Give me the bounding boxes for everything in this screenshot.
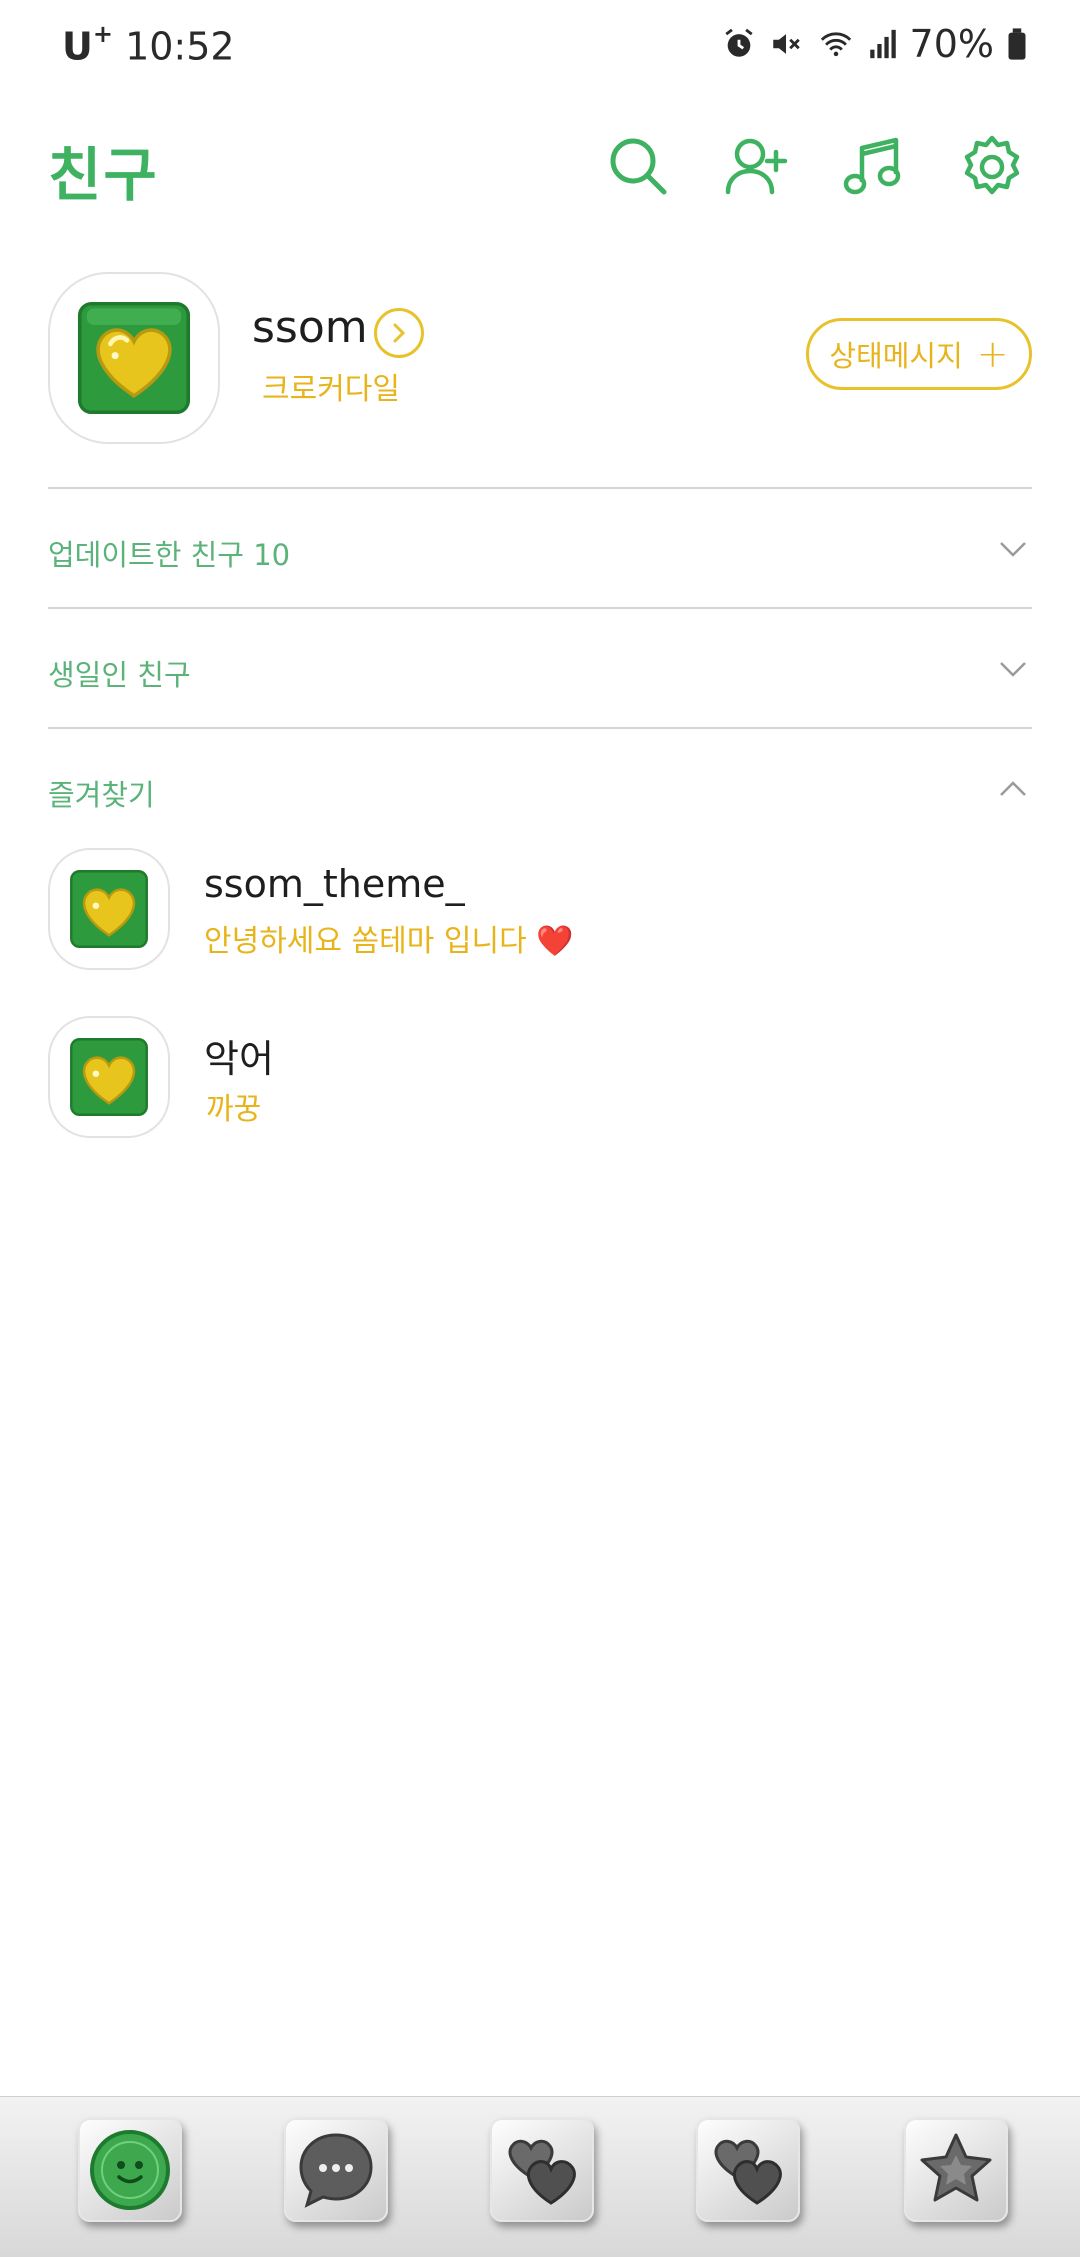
- tab-friends[interactable]: [78, 2118, 182, 2222]
- tab-chats[interactable]: [284, 2118, 388, 2222]
- my-profile-avatar[interactable]: [48, 272, 220, 444]
- friend-name: 악어: [204, 1037, 274, 1081]
- smile-button-icon: [90, 2130, 170, 2210]
- signal-icon: [869, 29, 896, 59]
- friend-status-message: 까꿍: [206, 1092, 262, 1127]
- list-item[interactable]: ssom_theme_ 안녕하세요 쏨테마 입니다 ❤️: [0, 840, 1080, 980]
- heart-tile-icon: [70, 1038, 148, 1116]
- heart-tile-icon: [70, 870, 148, 948]
- divider: [48, 607, 1032, 609]
- heart-tile-icon: [77, 301, 191, 415]
- profile-subtitle: 크로커다일: [262, 372, 400, 407]
- search-icon[interactable]: [606, 134, 670, 198]
- status-message-label: 상태메시지: [829, 339, 963, 373]
- chevron-down-icon[interactable]: [998, 659, 1028, 679]
- friend-avatar[interactable]: [48, 848, 170, 970]
- section-updated-friends[interactable]: 업데이트한 친구 10: [48, 532, 290, 574]
- chevron-right-icon: [393, 323, 406, 343]
- carrier-label: U: [62, 24, 93, 69]
- page-title: 친구: [48, 141, 159, 209]
- divider: [48, 487, 1032, 489]
- battery-percent: 70%: [909, 22, 994, 66]
- hearts-icon: [508, 2139, 576, 2205]
- friend-avatar[interactable]: [48, 1016, 170, 1138]
- section-favorites[interactable]: 즐겨찾기: [48, 772, 155, 814]
- battery-icon: [1008, 28, 1026, 60]
- status-time: U+ 10:52: [62, 20, 235, 69]
- status-message-button[interactable]: 상태메시지 +: [806, 318, 1032, 390]
- tab-more[interactable]: [904, 2118, 1008, 2222]
- section-birthday-friends[interactable]: 생일인 친구: [48, 652, 191, 694]
- alarm-icon: [724, 28, 753, 57]
- music-icon[interactable]: [842, 134, 906, 198]
- tab-view[interactable]: [490, 2118, 594, 2222]
- chevron-up-icon[interactable]: [998, 779, 1028, 799]
- wifi-icon: [820, 32, 851, 57]
- divider: [48, 727, 1032, 729]
- chevron-down-icon[interactable]: [998, 539, 1028, 559]
- status-icons: 70%: [722, 22, 1028, 66]
- hearts-icon: [714, 2139, 782, 2205]
- profile-name[interactable]: ssom: [252, 302, 368, 353]
- add-friend-icon[interactable]: [724, 134, 788, 198]
- plus-icon: +: [976, 332, 1009, 376]
- friend-name: ssom_theme_: [204, 862, 465, 906]
- profile-arrow-button[interactable]: [374, 308, 424, 358]
- chat-bubble-icon: [299, 2133, 373, 2208]
- settings-icon[interactable]: [960, 134, 1024, 198]
- mute-icon: [772, 34, 800, 54]
- list-item[interactable]: 악어 까꿍: [0, 1008, 1080, 1148]
- star-icon: [920, 2133, 992, 2202]
- heart-emoji-icon: ❤️: [536, 924, 574, 959]
- tab-shopping[interactable]: [696, 2118, 800, 2222]
- friend-status-message: 안녕하세요 쏨테마 입니다 ❤️: [204, 916, 574, 960]
- carrier-sup: +: [92, 20, 113, 48]
- friend-status-text: 안녕하세요 쏨테마 입니다: [204, 924, 527, 959]
- clock: 10:52: [125, 24, 235, 69]
